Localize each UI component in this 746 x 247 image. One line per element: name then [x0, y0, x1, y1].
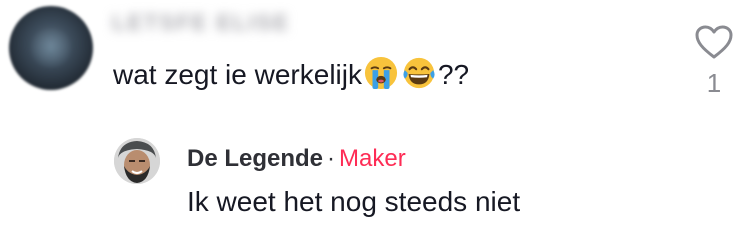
reply-author-name[interactable]: De Legende [187, 145, 323, 172]
reply-text: Ik weet het nog steeds niet [187, 186, 521, 217]
commenter-username[interactable]: LETSFE ELISE [112, 8, 394, 38]
reply-item[interactable]: De Legende · Maker Ik weet het nog steeds … [0, 120, 746, 247]
comment-item[interactable]: LETSFE ELISE wat zegt ie werkelijk ?? 1 [0, 0, 746, 120]
reply-author-avatar[interactable] [114, 138, 160, 184]
like-count: 1 [706, 68, 722, 98]
reply-separator: · [327, 145, 336, 172]
reply-header: De Legende · Maker [187, 144, 406, 174]
heart-outline-icon[interactable] [694, 24, 734, 60]
commenter-avatar[interactable] [9, 6, 93, 90]
maker-badge: Maker [339, 145, 406, 172]
comment-text-suffix: ?? [437, 59, 470, 90]
reply-author-avatar-photo [114, 138, 160, 184]
face-with-tears-of-joy-emoji [403, 57, 435, 89]
comment-text: wat zegt ie werkelijk ?? [113, 56, 469, 93]
comment-text-body: wat zegt ie werkelijk [113, 59, 362, 90]
like-control[interactable]: 1 [694, 24, 734, 104]
loudly-crying-face-emoji [364, 56, 398, 90]
